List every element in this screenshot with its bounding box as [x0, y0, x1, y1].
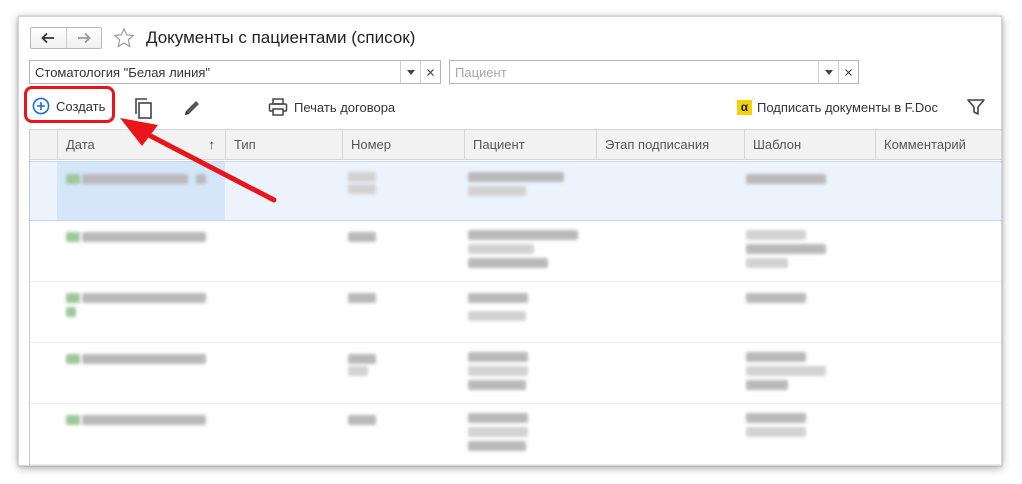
sort-ascending-icon: ↑	[208, 137, 216, 152]
documents-table: Дата ↑ Тип Номер Пациент Этап подписания…	[29, 129, 1001, 465]
redacted-text	[66, 415, 80, 425]
clinic-select[interactable]: Стоматология "Белая линия"	[29, 60, 441, 84]
column-header-comment[interactable]: Комментарий	[875, 130, 1001, 160]
redacted-text	[746, 380, 788, 390]
column-header-number[interactable]: Номер	[342, 130, 464, 160]
redacted-text	[468, 441, 526, 451]
table-row[interactable]	[30, 161, 1001, 221]
patient-dropdown-button[interactable]	[818, 61, 838, 83]
create-button[interactable]: Создать	[28, 91, 114, 121]
table-row[interactable]	[30, 222, 1001, 282]
clinic-select-value: Стоматология "Белая линия"	[35, 64, 211, 80]
page-title: Документы с пациентами (список)	[146, 28, 416, 47]
redacted-text	[468, 366, 528, 376]
redacted-text	[468, 311, 526, 321]
redacted-text	[82, 174, 188, 184]
clinic-clear-button[interactable]	[420, 61, 440, 83]
print-contract-button[interactable]: Печать договора	[268, 95, 395, 119]
redacted-text	[468, 186, 526, 196]
redacted-text	[468, 293, 528, 303]
redacted-text	[746, 230, 806, 240]
create-button-label: Создать	[56, 98, 106, 114]
selected-cell	[57, 162, 225, 220]
column-header-patient[interactable]: Пациент	[464, 130, 596, 160]
redacted-text	[82, 354, 206, 364]
redacted-text	[348, 232, 376, 242]
redacted-text	[348, 415, 376, 425]
redacted-text	[746, 174, 826, 184]
redacted-text	[66, 354, 80, 364]
column-header-date[interactable]: Дата ↑	[57, 130, 225, 160]
navigation-buttons	[30, 27, 102, 49]
table-row[interactable]	[30, 344, 1001, 404]
redacted-text	[746, 293, 806, 303]
row-marker-header	[30, 130, 57, 160]
back-button[interactable]	[31, 28, 66, 48]
patient-clear-button[interactable]	[838, 61, 858, 83]
copy-icon	[135, 98, 152, 119]
forward-button[interactable]	[65, 28, 102, 48]
table-header: Дата ↑ Тип Номер Пациент Этап подписания…	[30, 130, 1001, 160]
copy-button[interactable]	[132, 97, 154, 119]
fdoc-logo-icon: α	[737, 99, 752, 115]
redacted-text	[468, 230, 578, 240]
redacted-text	[348, 172, 376, 182]
redacted-text	[348, 184, 376, 194]
redacted-text	[746, 258, 788, 268]
redacted-text	[468, 258, 548, 268]
title-bar: Документы с пациентами (список)	[19, 17, 1001, 59]
table-row[interactable]	[30, 283, 1001, 343]
star-icon[interactable]	[113, 27, 135, 49]
redacted-text	[468, 427, 528, 437]
column-header-type[interactable]: Тип	[225, 130, 342, 160]
patient-select-placeholder: Пациент	[455, 64, 507, 80]
print-contract-label: Печать договора	[294, 99, 396, 115]
clear-icon	[427, 68, 434, 76]
redacted-text	[746, 427, 806, 437]
dropdown-icon	[824, 69, 833, 75]
dropdown-icon	[406, 69, 415, 75]
toolbar: Создать Печать договора α Подписать доку…	[19, 91, 1001, 125]
forward-arrow-icon	[77, 32, 91, 44]
redacted-text	[468, 413, 528, 423]
column-header-template[interactable]: Шаблон	[744, 130, 875, 160]
redacted-text	[348, 366, 368, 376]
back-arrow-icon	[41, 32, 55, 44]
redacted-text	[468, 352, 528, 362]
table-row[interactable]	[30, 405, 1001, 465]
pencil-icon	[185, 101, 199, 115]
printer-icon	[268, 98, 288, 116]
redacted-text	[66, 232, 80, 242]
redacted-text	[82, 293, 206, 303]
redacted-text	[348, 293, 376, 303]
redacted-text	[468, 244, 534, 254]
redacted-text	[82, 232, 206, 242]
redacted-text	[746, 366, 826, 376]
column-header-signing-stage[interactable]: Этап подписания	[596, 130, 744, 160]
sign-fdoc-label: Подписать документы в F.Doc	[757, 99, 938, 115]
redacted-text	[746, 244, 826, 254]
redacted-text	[468, 380, 526, 390]
redacted-text	[196, 174, 206, 184]
redacted-text	[746, 413, 806, 423]
clinic-dropdown-button[interactable]	[400, 61, 420, 83]
patient-select[interactable]: Пациент	[449, 60, 859, 84]
redacted-text	[746, 352, 806, 362]
redacted-text	[66, 307, 76, 317]
funnel-icon[interactable]	[965, 96, 987, 118]
redacted-text	[348, 354, 376, 364]
edit-button[interactable]	[181, 97, 203, 119]
redacted-text	[82, 415, 206, 425]
redacted-text	[468, 172, 564, 182]
redacted-text	[66, 174, 80, 184]
plus-circle-icon	[32, 97, 50, 115]
redacted-text	[66, 293, 80, 303]
sign-fdoc-button[interactable]: α Подписать документы в F.Doc	[737, 95, 938, 119]
document-list-window: Документы с пациентами (список) Стоматол…	[18, 16, 1002, 466]
clear-icon	[845, 68, 852, 76]
